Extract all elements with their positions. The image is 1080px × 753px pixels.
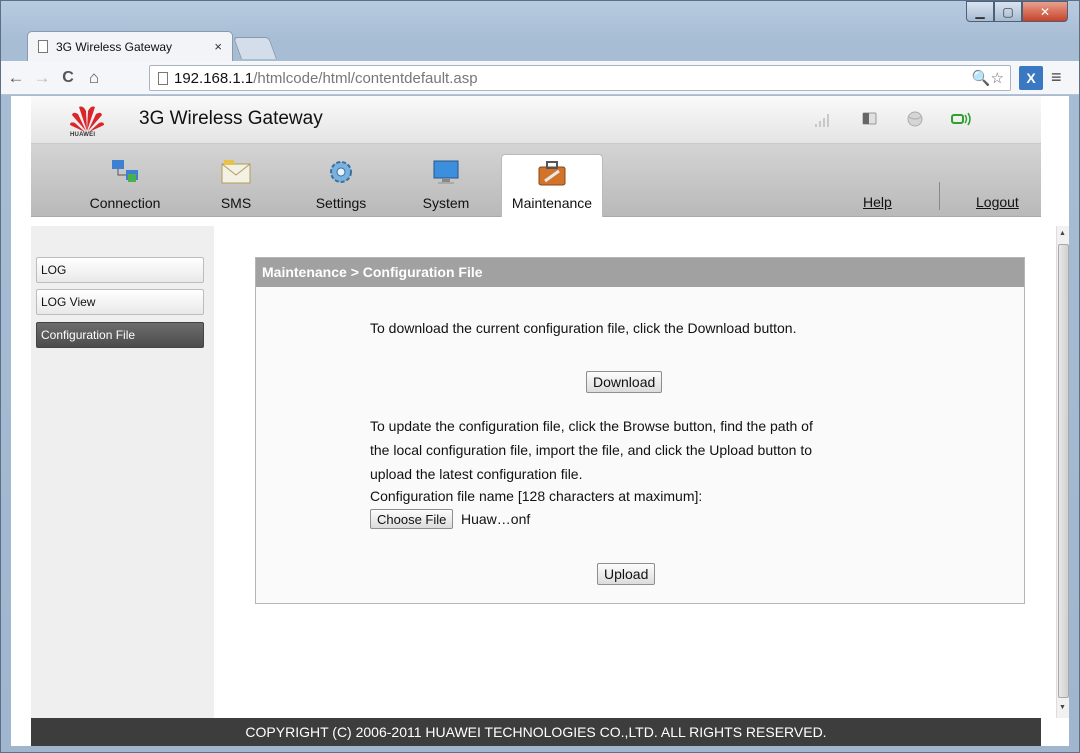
download-button[interactable]: Download xyxy=(586,371,663,393)
tab-label: Maintenance xyxy=(511,195,593,211)
monitor-icon xyxy=(433,160,459,184)
page-footer: COPYRIGHT (C) 2006-2011 HUAWEI TECHNOLOG… xyxy=(31,718,1041,746)
browser-title-bar: 3G Wireless Gateway × ▁ ▢ ✕ xyxy=(1,1,1079,63)
config-panel: Maintenance > Configuration File To down… xyxy=(255,257,1025,604)
new-tab-button[interactable] xyxy=(232,37,278,59)
page-icon xyxy=(38,40,48,53)
browser-window: 3G Wireless Gateway × ▁ ▢ ✕ ← → C ⌂ 192.… xyxy=(0,0,1080,753)
logout-link[interactable]: Logout xyxy=(976,194,1019,210)
browser-tab[interactable]: 3G Wireless Gateway × xyxy=(27,31,233,61)
tab-close-icon[interactable]: × xyxy=(214,39,222,54)
home-icon[interactable]: ⌂ xyxy=(83,68,105,88)
upload-button[interactable]: Upload xyxy=(597,563,656,585)
url-host: 192.168.1.1 xyxy=(174,69,254,87)
extension-icon[interactable]: X xyxy=(1019,66,1043,90)
sidebar-item-log-view[interactable]: LOG View xyxy=(36,289,204,315)
download-instructions: To download the current configuration fi… xyxy=(370,320,797,336)
tab-label: System xyxy=(422,195,470,211)
address-bar[interactable]: 192.168.1.1/htmlcode/html/contentdefault… xyxy=(149,65,1011,91)
page-icon xyxy=(158,71,168,85)
update-instructions-line2: the local configuration file, import the… xyxy=(370,442,813,458)
gear-icon xyxy=(330,161,352,183)
nav-divider xyxy=(939,182,940,210)
panel-title: Maintenance > Configuration File xyxy=(256,258,1024,287)
tab-connection[interactable]: Connection xyxy=(69,144,181,217)
url-path: /htmlcode/html/contentdefault.asp xyxy=(253,69,478,87)
scroll-up-icon[interactable]: ▲ xyxy=(1059,230,1066,237)
close-window-button[interactable]: ✕ xyxy=(1022,1,1068,22)
file-name-label: Configuration file name [128 characters … xyxy=(370,488,703,504)
globe-icon xyxy=(907,111,923,127)
choose-file-button[interactable]: Choose File xyxy=(370,509,454,529)
tab-title: 3G Wireless Gateway xyxy=(56,39,173,54)
minimize-button[interactable]: ▁ xyxy=(966,1,994,22)
sidebar: LOG LOG View Configuration File xyxy=(31,226,214,718)
page-viewport: HUAWEI 3G Wireless Gateway Connection SM… xyxy=(11,96,1069,746)
scroll-down-icon[interactable]: ▼ xyxy=(1059,704,1066,711)
tab-system[interactable]: System xyxy=(401,144,491,217)
sim-icon xyxy=(862,112,877,125)
page-header: HUAWEI 3G Wireless Gateway xyxy=(31,96,1041,144)
zoom-star-icon[interactable]: 🔍☆ xyxy=(972,69,1004,87)
tab-settings[interactable]: Settings xyxy=(296,144,386,217)
tab-label: Settings xyxy=(315,195,367,211)
page-left-gutter xyxy=(11,96,31,746)
update-instructions-line1: To update the configuration file, click … xyxy=(370,418,813,434)
vertical-scrollbar[interactable]: ▲ ▼ xyxy=(1056,226,1069,718)
connection-status-icon xyxy=(951,112,971,126)
maximize-button[interactable]: ▢ xyxy=(994,1,1022,22)
main-nav: Connection SMS Settings System Maintenan… xyxy=(31,144,1041,217)
toolbox-icon xyxy=(538,161,566,186)
back-icon[interactable]: ← xyxy=(5,68,27,88)
page-title: 3G Wireless Gateway xyxy=(139,108,323,129)
update-instructions-line3: upload the latest configuration file. xyxy=(370,466,583,482)
reload-icon[interactable]: C xyxy=(57,69,79,87)
sidebar-item-log[interactable]: LOG xyxy=(36,257,204,283)
forward-icon[interactable]: → xyxy=(31,68,53,88)
signal-icon xyxy=(815,114,829,127)
tab-sms[interactable]: SMS xyxy=(196,144,276,217)
tab-maintenance[interactable]: Maintenance xyxy=(501,154,603,217)
chosen-file-name: Huaw…onf xyxy=(461,511,531,527)
envelope-icon xyxy=(221,160,251,184)
help-link[interactable]: Help xyxy=(863,194,892,210)
menu-icon[interactable]: ≡ xyxy=(1051,67,1062,88)
sidebar-item-configuration-file[interactable]: Configuration File xyxy=(36,322,204,348)
window-controls: ▁ ▢ ✕ xyxy=(966,1,1068,23)
browser-toolbar: ← → C ⌂ 192.168.1.1/htmlcode/html/conten… xyxy=(1,61,1079,95)
status-icons xyxy=(811,110,973,128)
tab-label: SMS xyxy=(220,195,252,211)
connection-icon xyxy=(112,160,138,182)
scroll-thumb[interactable] xyxy=(1058,244,1069,698)
tab-label: Connection xyxy=(89,195,161,211)
logo-text: HUAWEI xyxy=(70,132,96,138)
